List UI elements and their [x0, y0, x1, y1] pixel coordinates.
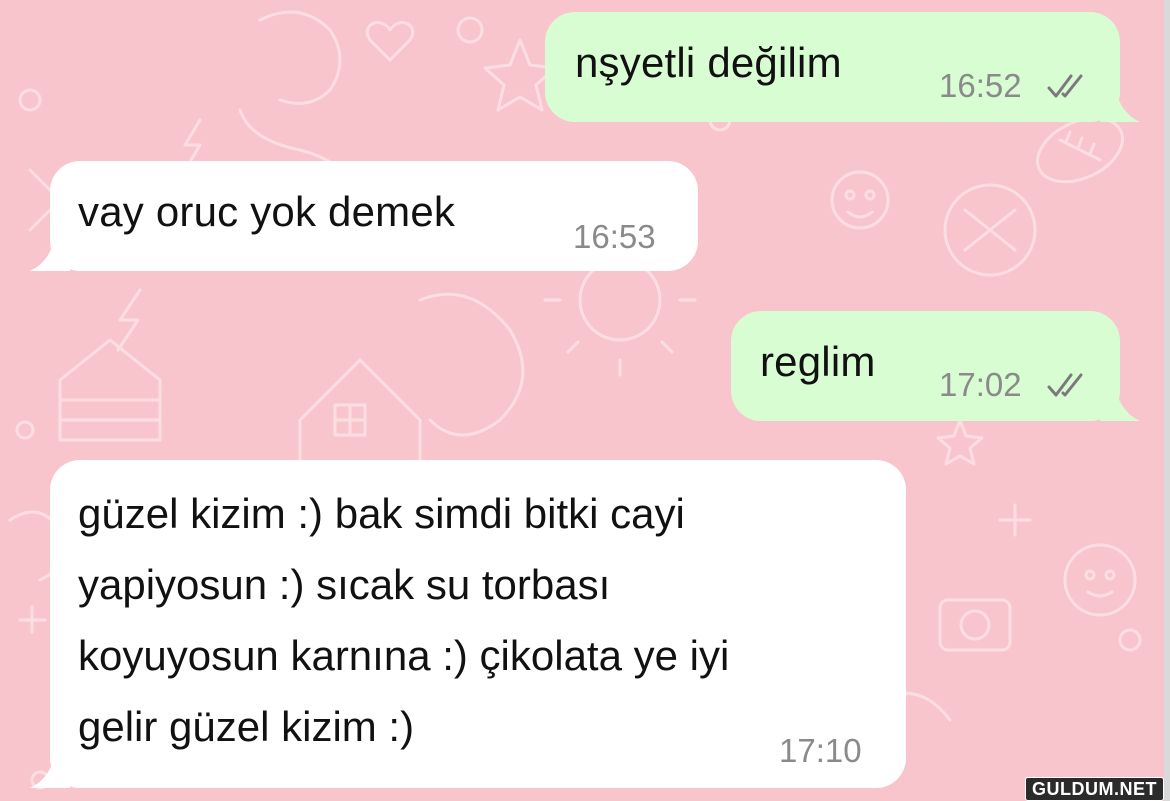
- bubble-tail: [1100, 381, 1140, 421]
- message-time: 17:10: [779, 732, 862, 769]
- message-bubble-outgoing[interactable]: nşyetli değilim 16:52: [545, 12, 1140, 122]
- message-time: 17:02: [939, 366, 1022, 403]
- message-bubble-incoming[interactable]: vay oruc yok demek 16:53: [30, 161, 698, 271]
- message-time: 16:52: [939, 67, 1022, 104]
- watermark-logo: GULDUM.NET: [1025, 777, 1164, 801]
- message-text: reglim: [760, 338, 876, 385]
- message-bubble-outgoing[interactable]: reglim 17:02: [731, 311, 1140, 421]
- double-check-icon: [1047, 74, 1083, 98]
- message-text: nşyetli değilim: [575, 39, 842, 86]
- screen-edge: [1164, 0, 1170, 801]
- message-time: 16:53: [573, 218, 656, 255]
- bubble-tail: [1100, 82, 1140, 122]
- bubble-tail: [30, 231, 70, 271]
- message-text: güzel kizim :) bak simdi bitki cayi yapi…: [78, 490, 730, 750]
- message-bubble-incoming[interactable]: güzel kizim :) bak simdi bitki cayi yapi…: [30, 460, 906, 788]
- bubble-tail: [30, 748, 70, 788]
- double-check-icon: [1047, 373, 1083, 397]
- message-text: vay oruc yok demek: [78, 188, 456, 235]
